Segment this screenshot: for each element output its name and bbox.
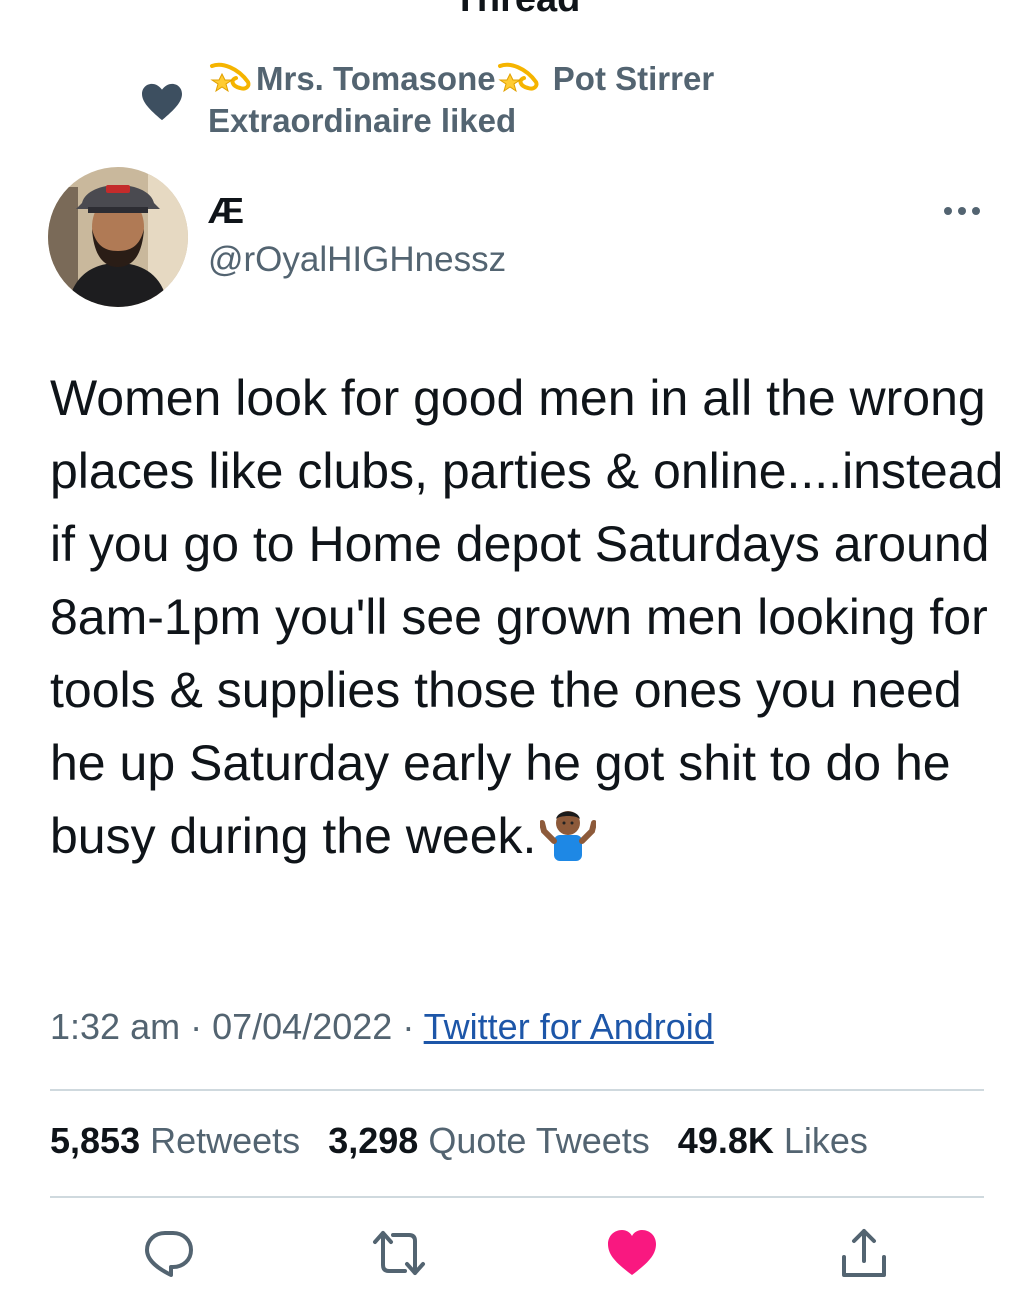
liker-name-3: Extraordinaire liked xyxy=(208,102,517,139)
tweet-date: 07/04/2022 xyxy=(212,1006,393,1047)
page-title: Thread xyxy=(0,0,1034,21)
liked-by-text: Mrs. Tomasone Pot Stirrer Extraordinaire… xyxy=(208,58,768,142)
author-handle[interactable]: @rOyalHIGHnessz xyxy=(208,240,506,280)
tweet-stats: 5,853 Retweets 3,298 Quote Tweets 49.8K … xyxy=(50,1120,886,1162)
tweet-text: Women look for good men in all the wrong… xyxy=(50,362,1010,873)
quote-tweets-stat[interactable]: 3,298 Quote Tweets xyxy=(328,1120,650,1161)
retweets-stat[interactable]: 5,853 Retweets xyxy=(50,1120,300,1161)
heart-filled-icon[interactable] xyxy=(604,1225,660,1281)
retweet-icon[interactable] xyxy=(371,1225,427,1281)
more-dots-icon[interactable] xyxy=(938,196,986,226)
separator: · xyxy=(190,1006,203,1047)
shrug-icon xyxy=(540,811,597,861)
heart-icon xyxy=(142,83,182,121)
liker-name-2: Pot Stirrer xyxy=(552,60,715,97)
avatar[interactable] xyxy=(48,167,188,307)
separator: · xyxy=(402,1006,415,1047)
tweet-time: 1:32 am xyxy=(50,1006,181,1047)
top-bar: Thread xyxy=(0,0,1034,20)
liker-name-1: Mrs. Tomasone xyxy=(256,60,496,97)
dizzy-icon xyxy=(497,62,539,93)
tweet-body: Women look for good men in all the wrong… xyxy=(50,370,1004,864)
tweet-meta: 1:32 am · 07/04/2022 · Twitter for Andro… xyxy=(50,1006,714,1048)
action-bar xyxy=(0,1225,1034,1285)
divider xyxy=(50,1089,984,1091)
reply-icon[interactable] xyxy=(141,1225,197,1281)
share-icon[interactable] xyxy=(836,1225,892,1281)
author-display-name[interactable]: Æ xyxy=(208,190,244,232)
tweet-source-link[interactable]: Twitter for Android xyxy=(424,1006,714,1047)
likes-stat[interactable]: 49.8K Likes xyxy=(678,1120,868,1161)
divider xyxy=(50,1196,984,1198)
dizzy-icon xyxy=(210,62,251,93)
